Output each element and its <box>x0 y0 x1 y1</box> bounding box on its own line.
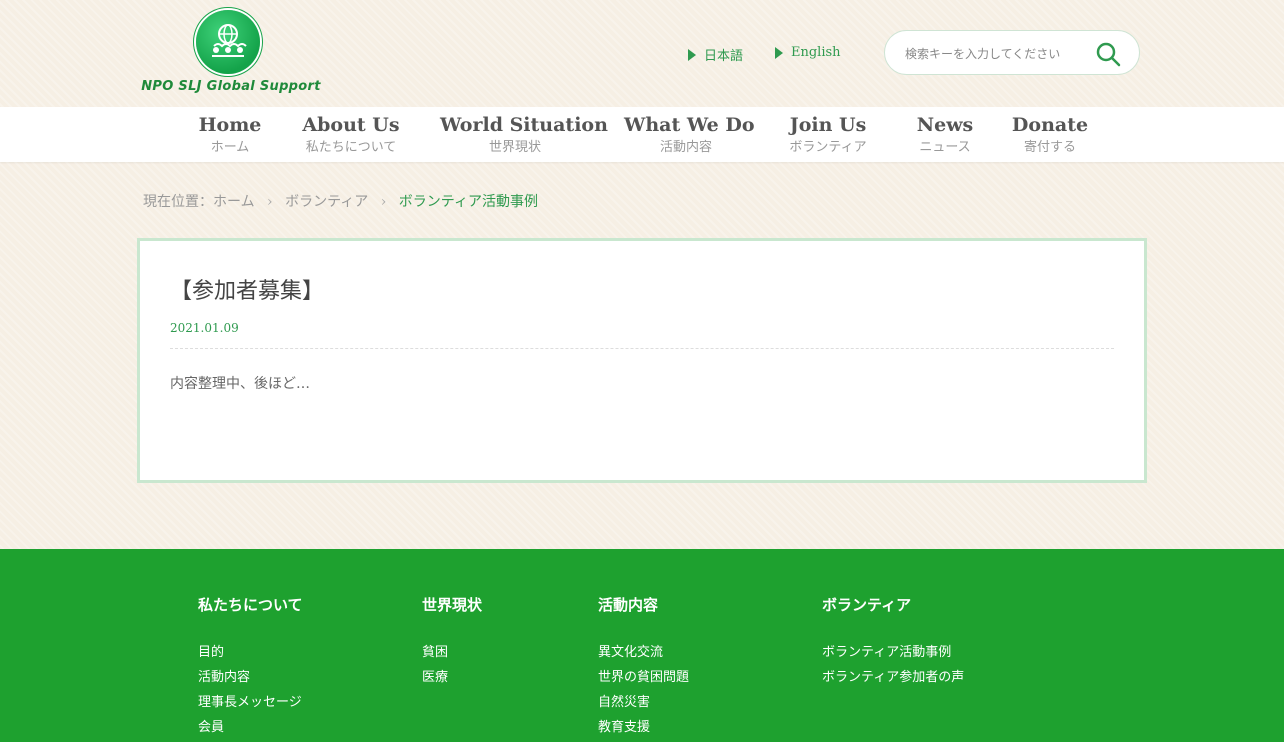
search-icon[interactable] <box>1095 41 1121 67</box>
article-card: 【参加者募集】 2021.01.09 内容整理中、後ほど… <box>137 238 1147 483</box>
nav-label-en: About Us <box>302 114 400 136</box>
nav-label-jp: 世界現状 <box>488 140 541 155</box>
footer-column-volunteer: ボランティア ボランティア活動事例 ボランティア参加者の声 <box>822 594 964 690</box>
nav-label-jp: ボランティア <box>789 140 867 155</box>
footer-link[interactable]: 自然災害 <box>598 690 689 715</box>
nav-item-what-we-do[interactable]: What We Do 活動内容 <box>624 113 755 159</box>
site-footer: 私たちについて 目的 活動内容 理事長メッセージ 会員 世界現状 貧困 医療 活… <box>0 549 1284 742</box>
lang-english-link[interactable]: English <box>775 45 841 60</box>
site-header: NPO SLJ Global Support 日本語 English <box>0 0 1284 107</box>
nav-item-news[interactable]: News ニュース <box>910 113 980 159</box>
footer-heading: ボランティア <box>822 596 912 614</box>
footer-link[interactable]: 異文化交流 <box>598 640 689 665</box>
breadcrumb-current[interactable]: ボランティア活動事例 <box>399 194 538 210</box>
breadcrumb-home-link[interactable]: ホーム <box>213 194 255 210</box>
footer-link[interactable]: 活動内容 <box>198 665 303 690</box>
nav-label-jp: 活動内容 <box>659 140 712 155</box>
nav-label-jp: ニュース <box>919 140 971 155</box>
breadcrumb-volunteer-link[interactable]: ボランティア <box>285 194 368 210</box>
article-date: 2021.01.09 <box>170 321 239 335</box>
footer-link[interactable]: 会員 <box>198 715 303 740</box>
nav-label-en: Join Us <box>789 114 867 136</box>
nav-label-en: Donate <box>1011 114 1089 136</box>
footer-link[interactable]: ボランティア参加者の声 <box>822 665 964 690</box>
article-body: 内容整理中、後ほど… <box>170 376 310 392</box>
footer-link[interactable]: 貧困 <box>422 640 482 665</box>
footer-link[interactable]: 教育支援 <box>598 715 689 740</box>
footer-column-about: 私たちについて 目的 活動内容 理事長メッセージ 会員 <box>198 594 303 740</box>
footer-link[interactable]: 医療 <box>422 665 482 690</box>
nav-label-en: Home <box>198 114 262 136</box>
footer-column-activities: 活動内容 異文化交流 世界の貧困問題 自然災害 教育支援 <box>598 594 689 740</box>
nav-label-en: What We Do <box>624 114 755 136</box>
breadcrumb-prefix: 現在位置： <box>143 194 213 210</box>
nav-item-about-us[interactable]: About Us 私たちについて <box>296 113 406 159</box>
logo-text: NPO SLJ Global Support <box>141 79 321 94</box>
chevron-right-icon: › <box>267 194 273 210</box>
lang-label: English <box>791 45 841 60</box>
main-nav: Home ホーム About Us 私たちについて World Situatio… <box>0 107 1284 162</box>
footer-heading: 私たちについて <box>198 596 303 614</box>
site-logo[interactable]: NPO SLJ Global Support <box>140 10 322 98</box>
nav-label-en: World Situation <box>440 114 608 136</box>
globe-hands-logo-icon <box>196 10 260 74</box>
triangle-right-icon <box>775 46 783 59</box>
lang-japanese-link[interactable]: 日本語 <box>688 45 743 64</box>
footer-link[interactable]: ボランティア活動事例 <box>822 640 964 665</box>
nav-label-jp: ホーム <box>210 140 250 155</box>
article-title: 【参加者募集】 <box>170 279 325 304</box>
nav-label-en: News <box>916 114 974 136</box>
nav-item-donate[interactable]: Donate 寄付する <box>1010 113 1090 159</box>
lang-label: 日本語 <box>704 49 744 64</box>
footer-link[interactable]: 世界の貧困問題 <box>598 665 689 690</box>
divider <box>170 348 1114 349</box>
triangle-right-icon <box>688 48 696 61</box>
chevron-right-icon: › <box>380 194 387 210</box>
footer-heading: 活動内容 <box>598 596 659 614</box>
search-input[interactable] <box>903 41 1087 67</box>
search-box <box>884 30 1140 75</box>
nav-item-home[interactable]: Home ホーム <box>190 113 270 159</box>
footer-heading: 世界現状 <box>422 596 483 614</box>
nav-item-join-us[interactable]: Join Us ボランティア <box>780 113 876 159</box>
footer-link[interactable]: 理事長メッセージ <box>198 690 303 715</box>
nav-label-jp: 寄付する <box>1023 140 1076 155</box>
nav-label-jp: 私たちについて <box>305 140 397 155</box>
nav-item-world-situation[interactable]: World Situation 世界現状 <box>440 113 608 159</box>
breadcrumb: 現在位置：ホーム › ボランティア › ボランティア活動事例 <box>143 191 538 211</box>
footer-link[interactable]: 目的 <box>198 640 303 665</box>
footer-column-world: 世界現状 貧困 医療 <box>422 594 482 690</box>
